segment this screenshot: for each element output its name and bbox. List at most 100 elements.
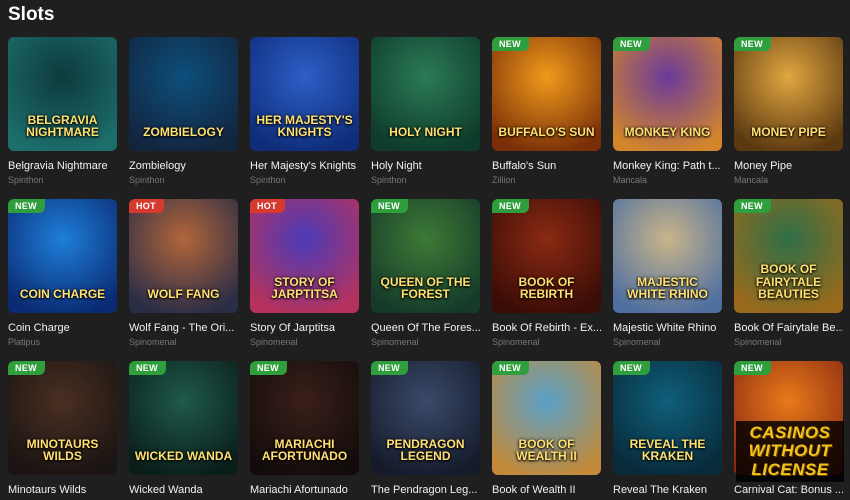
game-logo: Book of Rebirth (518, 274, 575, 302)
game-thumbnail[interactable]: Minotaurs Wilds NEW (8, 361, 117, 475)
game-thumbnail[interactable]: Book of Rebirth NEW (492, 199, 601, 313)
game-thumbnail[interactable]: Book of Fairytale Beauties NEW (734, 199, 843, 313)
game-thumbnail[interactable]: Zombielogy (129, 37, 238, 151)
game-artwork: Minotaurs Wilds (8, 361, 117, 475)
new-badge: NEW (250, 361, 287, 375)
game-title[interactable]: Holy Night (371, 160, 480, 172)
game-title[interactable]: Queen Of The Fores... (371, 322, 480, 334)
game-provider: Platipus (8, 337, 41, 347)
game-card[interactable]: Wicked Wanda NEW Wicked Wanda (129, 361, 238, 500)
watermark-line: CASINOS (749, 422, 831, 442)
new-badge: NEW (613, 361, 650, 375)
game-thumbnail[interactable]: Queen of the Forest NEW (371, 199, 480, 313)
game-card[interactable]: Coin Charge NEW Coin Charge Platipus (8, 199, 117, 348)
game-thumbnail[interactable]: Mariachi Afortunado NEW (250, 361, 359, 475)
game-artwork: Book of Fairytale Beauties (734, 199, 843, 313)
game-thumbnail[interactable]: Holy Night (371, 37, 480, 151)
game-card[interactable]: Mariachi Afortunado NEW Mariachi Afortunad… (250, 361, 359, 500)
game-title[interactable]: Majestic White Rhino (613, 322, 722, 334)
game-title[interactable]: Wolf Fang - The Ori... (129, 322, 238, 334)
game-title[interactable]: Book of Wealth II (492, 484, 601, 496)
game-title[interactable]: Buffalo's Sun (492, 160, 601, 172)
game-card[interactable]: Monkey King NEW Monkey King: Path t... Manc… (613, 37, 722, 186)
game-card[interactable]: Majestic White Rhino Majestic White Rhino… (613, 199, 722, 348)
game-logo: Mariachi Afortunado (261, 436, 348, 464)
game-thumbnail[interactable]: Wicked Wanda NEW (129, 361, 238, 475)
game-title[interactable]: Coin Charge (8, 322, 117, 334)
game-provider: Spinthon (371, 175, 407, 185)
game-logo: Minotaurs Wilds (26, 436, 99, 464)
watermark-line: LICENSE (751, 459, 829, 479)
game-logo: Zombielogy (143, 125, 224, 140)
game-card[interactable]: Queen of the Forest NEW Queen Of The Fores… (371, 199, 480, 348)
game-thumbnail[interactable]: Reveal the Kraken NEW (613, 361, 722, 475)
game-card[interactable]: Wolf Fang HOT Wolf Fang - The Ori... Spinom… (129, 199, 238, 348)
game-thumbnail[interactable]: Book of Wealth II NEW (492, 361, 601, 475)
game-thumbnail[interactable]: Buffalo's Sun NEW (492, 37, 601, 151)
game-artwork: Queen of the Forest (371, 199, 480, 313)
game-card[interactable]: Book of Wealth II NEW Book of Wealth II (492, 361, 601, 500)
game-thumbnail[interactable]: Coin Charge NEW (8, 199, 117, 313)
game-logo: Belgravia Nightmare (26, 112, 99, 140)
game-logo: Book of Wealth II (516, 436, 577, 464)
game-card[interactable]: Book of Rebirth NEW Book Of Rebirth - Ex..… (492, 199, 601, 348)
game-card[interactable]: Zombielogy Zombielogy Spinthon (129, 37, 238, 186)
watermark-logo: CASINOS WITHOUT LICENSE (736, 420, 844, 482)
game-title[interactable]: Her Majesty's Knights (250, 160, 359, 172)
game-title[interactable]: Zombielogy (129, 160, 238, 172)
game-provider: Spinomenal (250, 337, 298, 347)
game-provider: Mancala (734, 175, 769, 185)
watermark-line: WITHOUT (748, 441, 832, 461)
game-logo: Pendragon Legend (386, 436, 465, 464)
new-badge: NEW (371, 199, 408, 213)
game-card[interactable]: Minotaurs Wilds NEW Minotaurs Wilds (8, 361, 117, 500)
game-provider: Spinomenal (492, 337, 540, 347)
game-card[interactable]: Buffalo's Sun NEW Buffalo's Sun Zillion (492, 37, 601, 186)
new-badge: NEW (492, 37, 529, 51)
game-title[interactable]: Reveal The Kraken (613, 484, 722, 496)
game-title[interactable]: Money Pipe (734, 160, 843, 172)
new-badge: NEW (371, 361, 408, 375)
game-thumbnail[interactable]: Wolf Fang HOT (129, 199, 238, 313)
game-title[interactable]: Carnival Cat: Bonus ... (734, 484, 843, 496)
game-title[interactable]: Monkey King: Path t... (613, 160, 722, 172)
game-card[interactable]: Reveal the Kraken NEW Reveal The Kraken (613, 361, 722, 500)
game-card[interactable]: Pendragon Legend NEW The Pendragon Leg... (371, 361, 480, 500)
game-thumbnail[interactable]: Story of Jarptitsa HOT (250, 199, 359, 313)
game-title[interactable]: The Pendragon Leg... (371, 484, 480, 496)
game-title[interactable]: Wicked Wanda (129, 484, 238, 496)
game-logo: Buffalo's Sun (498, 125, 595, 140)
game-thumbnail[interactable]: Majestic White Rhino (613, 199, 722, 313)
game-thumbnail[interactable]: Belgravia Nightmare (8, 37, 117, 151)
game-title[interactable]: Belgravia Nightmare (8, 160, 117, 172)
game-card[interactable]: Holy Night Holy Night Spinthon (371, 37, 480, 186)
game-card[interactable]: Book of Fairytale Beauties NEW Book Of Fai… (734, 199, 843, 348)
new-badge: NEW (734, 37, 771, 51)
game-thumbnail[interactable]: Pendragon Legend NEW (371, 361, 480, 475)
game-artwork: Pendragon Legend (371, 361, 480, 475)
game-logo: Majestic White Rhino (627, 274, 708, 302)
game-provider: Spinomenal (734, 337, 782, 347)
game-provider: Zillion (492, 175, 516, 185)
game-thumbnail[interactable]: Money Pipe NEW (734, 37, 843, 151)
game-card[interactable]: Her Majesty's Knights Her Majesty's Knigh… (250, 37, 359, 186)
game-card[interactable]: Belgravia Nightmare Belgravia Nightmare Sp… (8, 37, 117, 186)
game-provider: Spinthon (8, 175, 44, 185)
game-thumbnail[interactable]: Monkey King NEW (613, 37, 722, 151)
game-logo: Holy Night (389, 125, 462, 140)
game-artwork: Wicked Wanda (129, 361, 238, 475)
game-title[interactable]: Book Of Rebirth - Ex... (492, 322, 601, 334)
game-artwork: Coin Charge (8, 199, 117, 313)
game-card[interactable]: Story of Jarptitsa HOT Story Of Jarptitsa S… (250, 199, 359, 348)
game-title[interactable]: Minotaurs Wilds (8, 484, 117, 496)
new-badge: NEW (734, 199, 771, 213)
game-title[interactable]: Mariachi Afortunado (250, 484, 359, 496)
game-thumbnail[interactable]: Her Majesty's Knights (250, 37, 359, 151)
game-card[interactable]: Money Pipe NEW Money Pipe Mancala (734, 37, 843, 186)
game-title[interactable]: Story Of Jarptitsa (250, 322, 359, 334)
game-logo: Story of Jarptitsa (271, 274, 338, 302)
game-artwork: Money Pipe (734, 37, 843, 151)
new-badge: NEW (492, 199, 529, 213)
game-title[interactable]: Book Of Fairytale Be... (734, 322, 843, 334)
game-provider: Spinthon (250, 175, 286, 185)
